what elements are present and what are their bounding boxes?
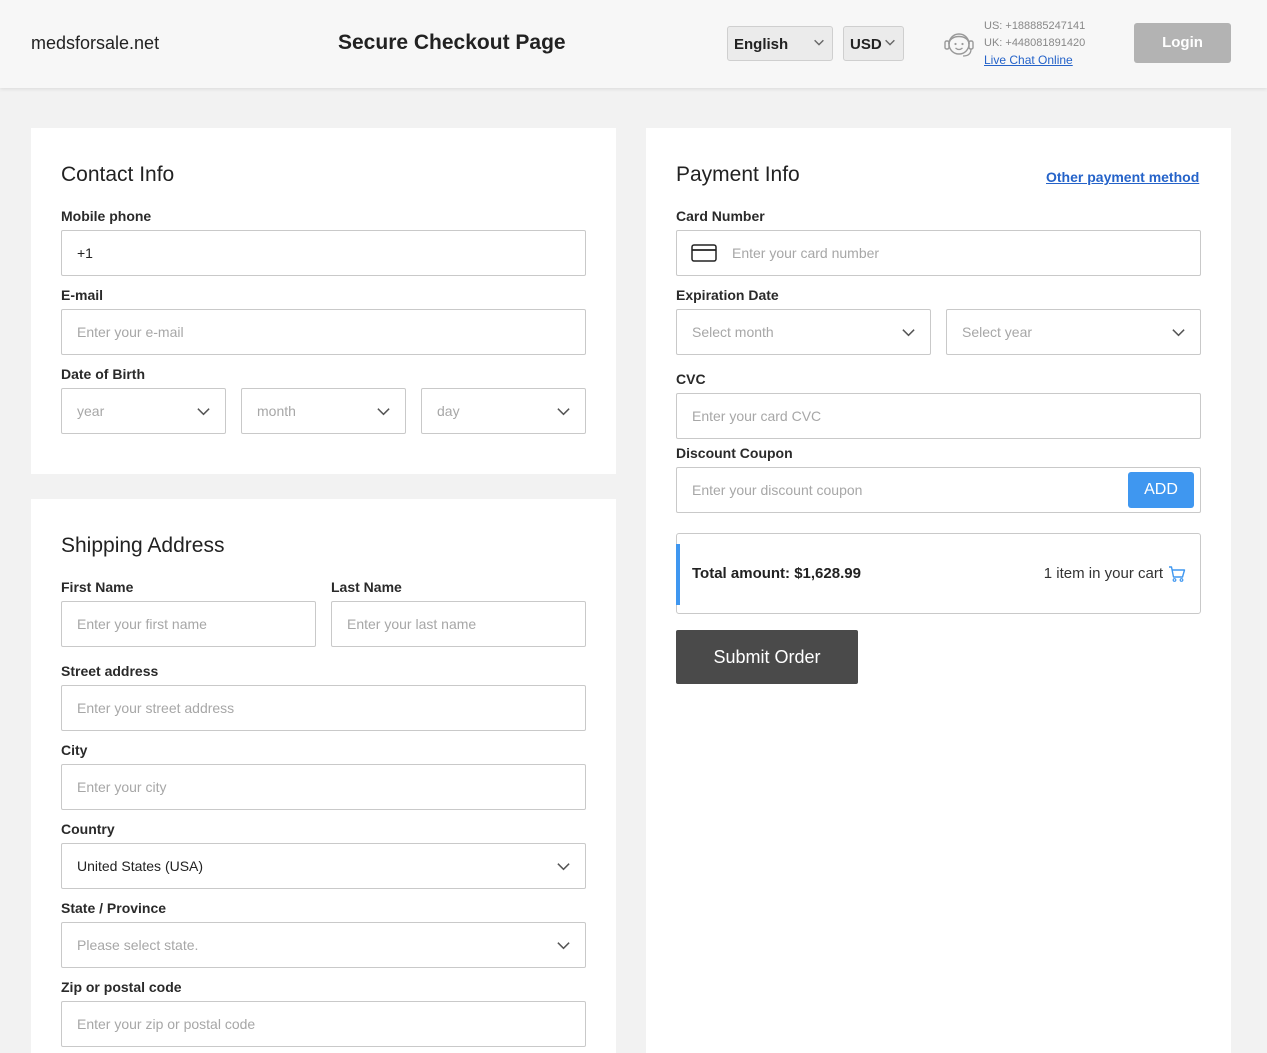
- language-value: English: [734, 36, 789, 53]
- currency-value: USD: [850, 36, 882, 53]
- street-label: Street address: [61, 663, 159, 679]
- dob-year-select[interactable]: year: [61, 388, 226, 434]
- country-select[interactable]: United States (USA): [61, 843, 586, 889]
- chevron-down-icon: [885, 39, 895, 46]
- cart-count[interactable]: 1 item in your cart: [1044, 565, 1163, 582]
- first-name-placeholder: Enter your first name: [77, 616, 207, 632]
- country-value: United States (USA): [77, 858, 204, 874]
- payment-heading: Payment Info: [676, 163, 800, 186]
- expiration-label: Expiration Date: [676, 287, 779, 303]
- street-input[interactable]: Enter your street address: [61, 685, 586, 731]
- city-input[interactable]: Enter your city: [61, 764, 586, 810]
- chevron-down-icon: [197, 408, 210, 416]
- exp-month-placeholder: Select month: [692, 324, 774, 340]
- language-select[interactable]: English: [727, 26, 833, 61]
- coupon-input[interactable]: Enter your discount coupon ADD: [676, 467, 1201, 513]
- exp-year-placeholder: Select year: [962, 324, 1033, 340]
- zip-placeholder: Enter your zip or postal code: [77, 1016, 256, 1032]
- mobile-phone-input[interactable]: +1: [61, 230, 586, 276]
- chevron-down-icon: [814, 39, 824, 46]
- payment-info-card: Payment Info Other payment method Card N…: [646, 128, 1231, 1053]
- summary-accent-bar: [676, 544, 680, 605]
- dob-month-select[interactable]: month: [241, 388, 406, 434]
- email-label: E-mail: [61, 287, 104, 303]
- dob-day-placeholder: day: [437, 403, 460, 419]
- cvc-input[interactable]: Enter your card CVC: [676, 393, 1201, 439]
- first-name-input[interactable]: Enter your first name: [61, 601, 316, 647]
- chevron-down-icon: [557, 408, 570, 416]
- dob-year-placeholder: year: [77, 403, 105, 419]
- card-number-label: Card Number: [676, 208, 765, 224]
- card-number-input[interactable]: Enter your card number: [676, 230, 1201, 276]
- other-payment-method-link[interactable]: Other payment method: [1046, 169, 1199, 185]
- shipping-address-card: Shipping Address First Name Enter your f…: [31, 499, 616, 1053]
- header: medsforsale.net Secure Checkout Page Eng…: [0, 0, 1267, 88]
- state-placeholder: Please select state.: [77, 937, 199, 953]
- chevron-down-icon: [557, 863, 570, 871]
- card-number-placeholder: Enter your card number: [732, 245, 880, 261]
- chevron-down-icon: [902, 329, 915, 337]
- cvc-label: CVC: [676, 371, 706, 387]
- last-name-label: Last Name: [331, 579, 402, 595]
- last-name-placeholder: Enter your last name: [347, 616, 477, 632]
- phone-us: US: +188885247141: [984, 20, 1086, 32]
- order-summary: Total amount: $1,628.99 1 item in your c…: [676, 533, 1201, 614]
- contact-numbers: US: +188885247141 UK: +448081891420 Live…: [984, 18, 1085, 69]
- street-placeholder: Enter your street address: [77, 700, 235, 716]
- live-chat-link[interactable]: Live Chat Online: [984, 52, 1085, 69]
- state-label: State / Province: [61, 900, 167, 916]
- mobile-phone-value: +1: [77, 245, 93, 261]
- submit-order-button[interactable]: Submit Order: [676, 630, 858, 684]
- email-placeholder: Enter your e-mail: [77, 324, 184, 340]
- last-name-input[interactable]: Enter your last name: [331, 601, 586, 647]
- zip-input[interactable]: Enter your zip or postal code: [61, 1001, 586, 1047]
- coupon-label: Discount Coupon: [676, 445, 793, 461]
- city-placeholder: Enter your city: [77, 779, 167, 795]
- city-label: City: [61, 742, 88, 758]
- state-select[interactable]: Please select state.: [61, 922, 586, 968]
- total-amount: Total amount: $1,628.99: [692, 565, 861, 582]
- email-input[interactable]: Enter your e-mail: [61, 309, 586, 355]
- chevron-down-icon: [557, 942, 570, 950]
- chevron-down-icon: [377, 408, 390, 416]
- first-name-label: First Name: [61, 579, 134, 595]
- support-agent-icon: [944, 33, 974, 57]
- mobile-phone-label: Mobile phone: [61, 208, 152, 224]
- country-label: Country: [61, 821, 115, 837]
- dob-month-placeholder: month: [257, 403, 296, 419]
- zip-label: Zip or postal code: [61, 979, 182, 995]
- add-coupon-button[interactable]: ADD: [1128, 472, 1194, 508]
- dob-label: Date of Birth: [61, 366, 145, 382]
- dob-day-select[interactable]: day: [421, 388, 586, 434]
- cvc-placeholder: Enter your card CVC: [692, 408, 822, 424]
- login-button[interactable]: Login: [1134, 23, 1231, 63]
- contact-info-card: Contact Info Mobile phone +1 E-mail Ente…: [31, 128, 616, 474]
- phone-uk: UK: +448081891420: [984, 37, 1086, 49]
- site-brand[interactable]: medsforsale.net: [31, 33, 159, 54]
- chevron-down-icon: [1172, 329, 1185, 337]
- exp-year-select[interactable]: Select year: [946, 309, 1201, 355]
- contact-heading: Contact Info: [61, 163, 175, 186]
- currency-select[interactable]: USD: [843, 26, 904, 61]
- page-title: Secure Checkout Page: [338, 31, 566, 54]
- shipping-heading: Shipping Address: [61, 534, 225, 557]
- shopping-cart-icon[interactable]: [1168, 565, 1186, 583]
- credit-card-icon: [691, 244, 717, 262]
- exp-month-select[interactable]: Select month: [676, 309, 931, 355]
- coupon-placeholder: Enter your discount coupon: [692, 482, 863, 498]
